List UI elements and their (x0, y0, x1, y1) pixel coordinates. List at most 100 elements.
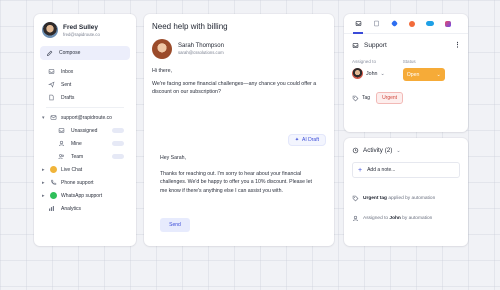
inbox-icon (48, 68, 55, 75)
phone-icon (50, 179, 57, 186)
mail-icon (50, 114, 57, 121)
compose-icon (46, 50, 53, 57)
add-note-placeholder: Add a note... (367, 167, 396, 173)
ticket-header: Support ⋮ (344, 34, 468, 49)
log-text: by automation (400, 216, 433, 221)
sidebar: Fred Sulley fred@rapidroute.co Compose I… (34, 14, 136, 246)
add-note-input[interactable]: + Add a note... (352, 162, 460, 178)
salesforce-icon (426, 21, 434, 26)
status-select[interactable]: Open ⌄ (402, 68, 445, 81)
log-text: applied by automation (387, 196, 436, 201)
ai-draft-button[interactable]: ✦ AI Draft (287, 134, 326, 146)
tab-notes[interactable] (368, 14, 384, 34)
tag-label: Tag (352, 95, 370, 102)
sidebar-item-label: Drafts (61, 94, 75, 101)
status-value: Open (406, 71, 420, 78)
compose-button[interactable]: Compose (40, 46, 130, 60)
compose-label: Compose (59, 50, 81, 56)
tag-label-text: Tag (362, 95, 371, 101)
sidebar-item-inbox[interactable]: Inbox (40, 65, 130, 78)
assignee-name: John (366, 70, 378, 77)
sidebar-item-label: Team (71, 153, 84, 160)
sidebar-item-sent[interactable]: Sent (40, 78, 130, 91)
tab-salesforce[interactable] (422, 14, 438, 34)
activity-title: Activity (2) (363, 147, 393, 154)
sender-email: sarah@cssolutions.com (178, 50, 224, 55)
inbox-icon (355, 20, 362, 27)
sidebar-item-phone-support[interactable]: ▸ Phone support (40, 176, 130, 189)
chevron-right-icon: ▸ (42, 179, 45, 186)
sidebar-item-label: Mine (71, 140, 82, 147)
sidebar-item-label: Phone support (61, 179, 94, 186)
analytics-icon (48, 205, 55, 212)
activity-header[interactable]: Activity (2) ⌄ (344, 138, 468, 154)
jira-icon (390, 19, 398, 28)
send-icon (48, 81, 55, 88)
activity-panel: Activity (2) ⌄ + Add a note... Urgent ta… (344, 138, 468, 246)
divider (46, 107, 124, 108)
sidebar-item-label: Inbox (61, 68, 74, 75)
page-title: Need help with billing (152, 22, 228, 31)
sidebar-item-whatsapp-support[interactable]: ▸ WhatsApp support (40, 189, 130, 202)
org-icon (50, 166, 57, 173)
conversation-panel: Need help with billing Sarah Thompson sa… (144, 14, 334, 246)
sidebar-item-account[interactable]: ▾ support@rapidroute.co (40, 111, 130, 124)
count-badge (112, 141, 124, 146)
whatsapp-icon (50, 192, 57, 199)
tab-inbox[interactable] (350, 14, 366, 34)
tab-hubspot[interactable] (404, 14, 420, 34)
sparkle-icon: ✦ (294, 137, 300, 143)
log-strong: John (389, 216, 401, 221)
inbox-icon (352, 42, 359, 49)
tag-row: Tag Urgent (344, 81, 468, 104)
sidebar-item-drafts[interactable]: Drafts (40, 91, 130, 104)
user-email: fred@rapidroute.co (63, 31, 100, 37)
reply-greeting: Hey Sarah, (160, 155, 186, 161)
count-badge (112, 154, 124, 159)
chevron-right-icon: ▸ (42, 192, 45, 199)
avatar (42, 22, 58, 38)
sidebar-item-team[interactable]: Team (40, 150, 130, 163)
sidebar-item-label: Sent (61, 81, 72, 88)
sidebar-item-mine[interactable]: Mine (40, 137, 130, 150)
drafts-icon (48, 94, 55, 101)
tab-app[interactable] (440, 14, 456, 34)
team-icon (58, 153, 65, 160)
document-icon (373, 20, 380, 27)
chevron-down-icon: ⌄ (396, 147, 401, 154)
urgent-tag-badge[interactable]: Urgent (376, 92, 404, 104)
reply-body: Thanks for reaching out. I'm sorry to he… (160, 170, 312, 194)
tab-jira[interactable] (386, 14, 402, 34)
ticket-fields: Assigned to John ⌄ Status Open ⌄ (344, 49, 468, 81)
hubspot-icon (409, 20, 415, 27)
user-icon (352, 215, 359, 222)
log-text: Assigned to (363, 216, 390, 221)
sidebar-item-live-chat[interactable]: ▸ Live Chat (40, 163, 130, 176)
log-strong: Urgent tag (363, 196, 387, 201)
assignee-select[interactable]: John ⌄ (352, 68, 385, 79)
app-icon (445, 20, 451, 27)
count-badge (112, 128, 124, 133)
sidebar-item-label: Unassigned (71, 127, 98, 134)
reply-draft[interactable]: Hey Sarah, Thanks for reaching out. I'm … (152, 146, 326, 238)
sidebar-item-label: support@rapidroute.co (61, 114, 112, 121)
chevron-down-icon: ⌄ (380, 70, 385, 77)
ticket-panel: Support ⋮ Assigned to John ⌄ Status Open… (344, 14, 468, 132)
activity-log-item: Assigned to John by automation (344, 215, 468, 222)
tag-icon (352, 195, 359, 202)
sender-info: Sarah Thompson sarah@cssolutions.com (152, 39, 326, 59)
chevron-down-icon: ⌄ (436, 71, 441, 78)
more-options-icon[interactable]: ⋮ (454, 41, 461, 49)
sidebar-item-analytics[interactable]: Analytics (40, 202, 130, 215)
status-label: Status (402, 59, 416, 64)
sidebar-item-label: WhatsApp support (61, 192, 103, 199)
avatar (152, 39, 172, 59)
plus-icon: + (358, 166, 363, 174)
user-profile[interactable]: Fred Sulley fred@rapidroute.co (42, 22, 130, 38)
sidebar-item-unassigned[interactable]: Unassigned (40, 124, 130, 137)
message-greeting: Hi there, (152, 68, 173, 74)
user-icon (58, 140, 65, 147)
history-icon (352, 147, 359, 154)
send-button[interactable]: Send (160, 218, 190, 232)
avatar (352, 68, 363, 79)
